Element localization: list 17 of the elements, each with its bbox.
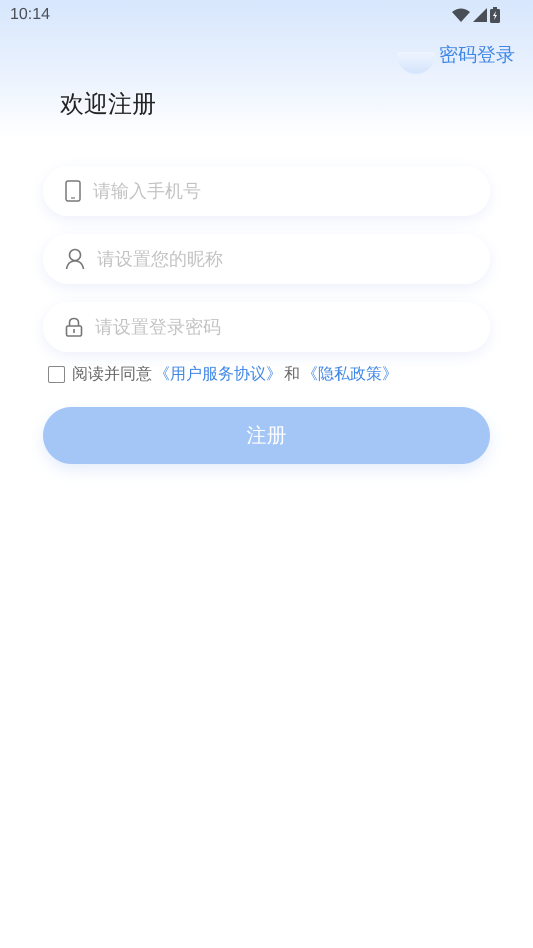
agreement-text: 和	[284, 364, 300, 385]
input-field[interactable]: 请设置您的昵称	[95, 248, 468, 270]
agreement-link[interactable]: 《用户服务协议》	[154, 364, 282, 385]
status-time: 10:14	[10, 6, 50, 24]
page-title: 欢迎注册	[59, 89, 157, 120]
checkbox[interactable]	[48, 366, 65, 383]
wifi-icon	[452, 8, 470, 22]
battery-icon	[490, 7, 500, 23]
phone-icon	[65, 180, 81, 202]
input-field[interactable]: 请输入手机号	[91, 180, 468, 202]
password-login-link[interactable]: 密码登录	[439, 42, 515, 68]
input-field[interactable]: 请设置登录密码	[93, 316, 468, 338]
agreement-link[interactable]: 《隐私政策》	[302, 364, 398, 385]
person-icon	[65, 248, 85, 270]
agreement-text: 阅读并同意	[72, 364, 152, 385]
signal-icon	[473, 8, 487, 22]
lock-icon	[65, 317, 83, 337]
